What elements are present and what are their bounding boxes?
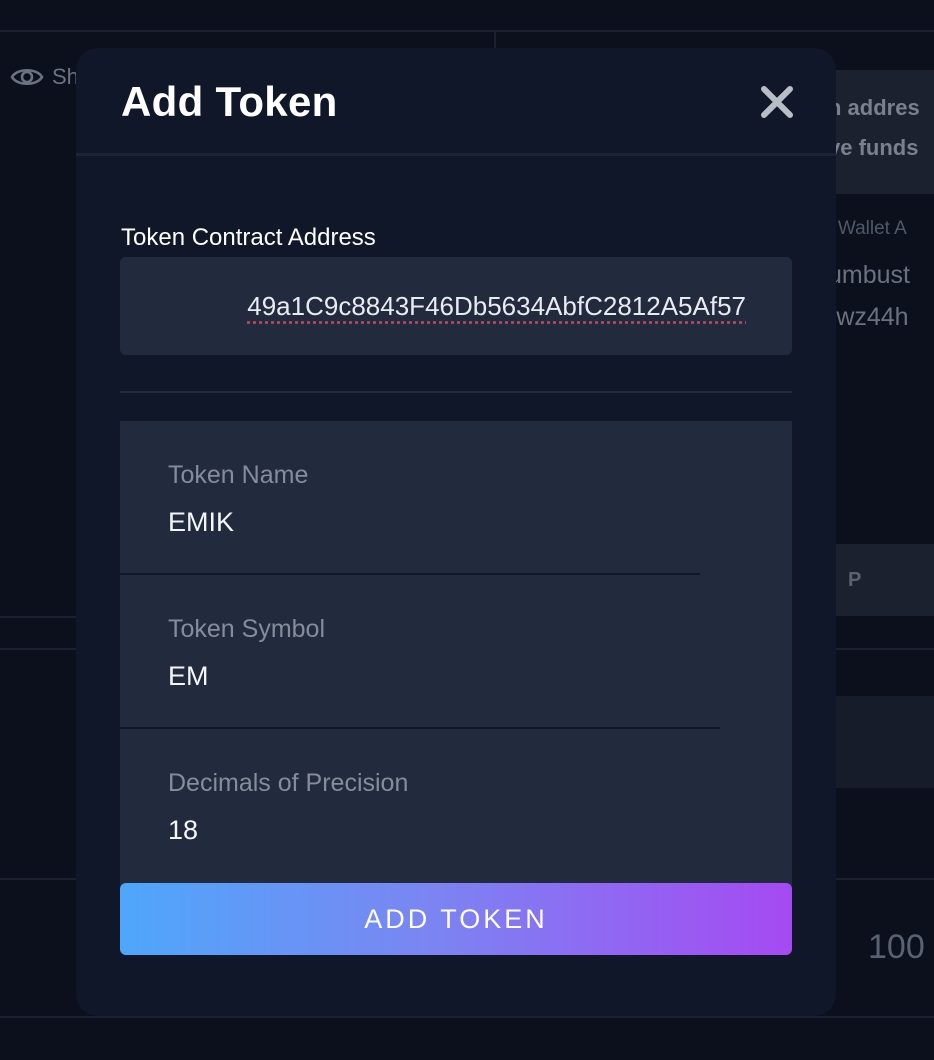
- decimals-value: 18: [168, 815, 199, 845]
- background-panel: [836, 696, 934, 788]
- show-toggle[interactable]: Sh: [10, 64, 79, 90]
- close-button[interactable]: [759, 84, 795, 120]
- background-divider: [836, 648, 934, 650]
- add-token-modal: Add Token Token Contract Address 49a1C9c…: [76, 48, 836, 1016]
- warning-line: ve funds: [828, 135, 919, 160]
- warning-banner: n addres ve funds: [820, 70, 934, 194]
- modal-title: Add Token: [121, 78, 338, 125]
- modal-header: Add Token: [76, 48, 836, 156]
- token-symbol-label: Token Symbol: [168, 615, 326, 643]
- app-background: Sh n addres ve funds n Wallet A umbust r…: [0, 0, 934, 1060]
- background-divider: [0, 648, 80, 650]
- background-button[interactable]: P: [822, 544, 934, 616]
- field-separator: [120, 573, 700, 575]
- close-icon: [759, 84, 795, 120]
- show-label: Sh: [52, 64, 79, 89]
- background-divider: [0, 616, 80, 618]
- token-symbol-value: EM: [168, 661, 209, 691]
- background-divider: [836, 878, 934, 880]
- add-token-button[interactable]: ADD TOKEN: [120, 883, 792, 955]
- wallet-address-line: rwz44h: [828, 303, 909, 331]
- decimals-label: Decimals of Precision: [168, 769, 409, 797]
- wallet-address-line: umbust: [828, 261, 910, 289]
- background-divider: [0, 878, 80, 880]
- background-button-label: P: [848, 568, 862, 591]
- token-name-label: Token Name: [168, 461, 309, 489]
- token-name-value: EMIK: [168, 507, 235, 537]
- field-separator: [120, 727, 720, 729]
- wallet-address: umbust rwz44h: [828, 254, 910, 338]
- background-divider: [0, 30, 934, 32]
- eye-icon: [10, 65, 44, 89]
- section-divider: [120, 391, 792, 393]
- balance-amount: 100: [868, 928, 925, 966]
- contract-address-input[interactable]: 49a1C9c8843F46Db5634AbfC2812A5Af57: [247, 257, 746, 355]
- contract-address-field[interactable]: 49a1C9c8843F46Db5634AbfC2812A5Af57: [120, 257, 792, 355]
- background-divider: [0, 1016, 934, 1018]
- warning-line: n addres: [828, 95, 920, 120]
- token-details-panel: Token Name EMIK Token Symbol EM Decimals…: [120, 421, 792, 887]
- contract-address-label: Token Contract Address: [121, 224, 376, 251]
